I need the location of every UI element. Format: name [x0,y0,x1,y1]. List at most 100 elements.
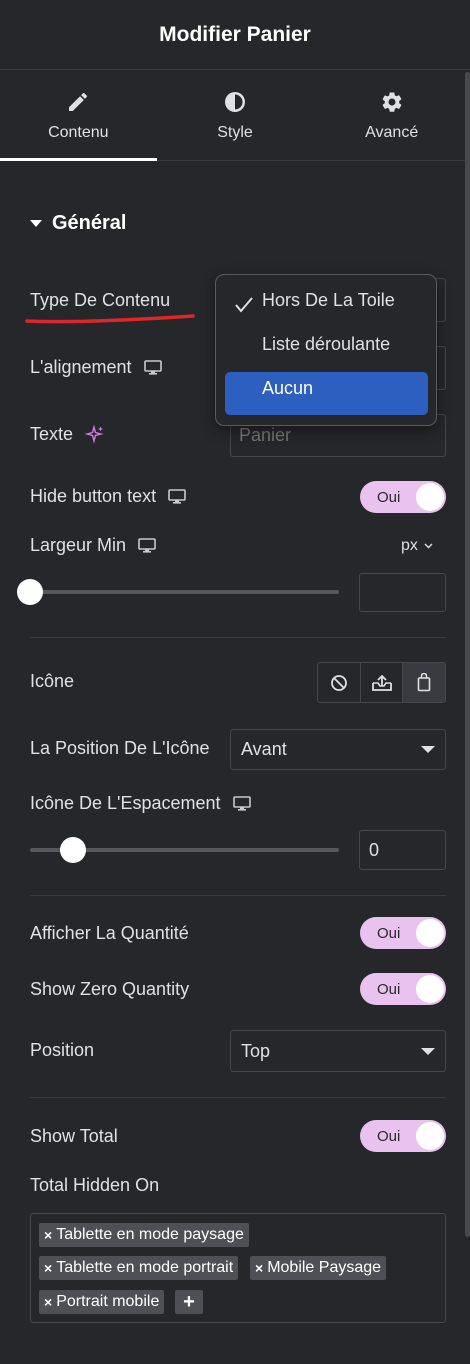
icon-library-button[interactable] [403,663,446,702]
panel-header: Modifier Panier [0,0,470,70]
section-general-title: Général [52,212,127,234]
show-total-label-text: Show Total [30,1126,118,1146]
tab-style-label: Style [217,123,253,141]
alignment-label-text: L'alignement [30,357,132,377]
unit-selector[interactable]: px [401,537,433,555]
alignment-label: L'alignement [30,357,162,378]
tab-avance-label: Avancé [365,123,419,141]
show-total-toggle[interactable]: Oui [360,1120,446,1152]
upload-icon [371,674,392,691]
caret-down-icon [421,746,435,753]
unit-label: px [401,537,418,554]
add-tag-button[interactable]: + [175,1290,203,1314]
pencil-icon [69,92,88,111]
toggle-label: Oui [377,924,401,942]
checkmark-icon [235,297,253,313]
text-label-text: Texte [30,424,74,444]
tag-tablette-portrait: × Tablette en mode portrait [39,1256,239,1280]
show-quantity-label: Afficher La Quantité [30,923,189,944]
icon-label-text: Icône [30,671,75,691]
icon-spacing-label-text: Icône De L'Espacement [30,793,221,813]
panel-title: Modifier Panier [159,22,311,46]
content-type-label: Type De Contenu [30,290,170,311]
min-width-slider-thumb[interactable] [17,579,43,605]
tag-label: Tablette en mode portrait [56,1259,234,1276]
caret-down-icon [30,220,42,227]
section-general-toggle[interactable]: Général [30,212,126,235]
icon-choices [317,662,446,703]
position-label: Position [30,1040,94,1061]
icon-spacing-input[interactable]: 0 [359,830,446,870]
position-select[interactable]: Top [230,1030,446,1072]
tag-portrait-mobile: × Portrait mobile [39,1290,165,1314]
scrollbar[interactable] [465,72,470,1237]
position-label-text: Position [30,1040,95,1060]
tag-label: Mobile Paysage [267,1259,382,1276]
monitor-icon[interactable] [168,488,186,505]
divider [30,637,446,638]
content-type-dropdown: Hors De La Toile Liste déroulante Aucun [215,274,437,426]
chevron-down-icon [424,543,433,549]
total-hidden-on-label-text: Total Hidden On [30,1175,160,1195]
toggle-knob [416,975,444,1003]
monitor-icon[interactable] [232,795,251,812]
icon-label: Icône [30,671,74,692]
icon-position-value: Avant [241,739,287,759]
show-zero-quantity-label-text: Show Zero Quantity [30,979,190,999]
remove-tag-icon[interactable]: × [44,1260,52,1276]
show-total-label: Show Total [30,1126,118,1147]
half-circle-icon [225,91,245,112]
remove-tag-icon[interactable]: × [255,1260,263,1276]
monitor-icon[interactable] [143,359,162,376]
show-quantity-label-text: Afficher La Quantité [30,923,189,943]
dropdown-option-label: Hors De La Toile [262,290,395,310]
ban-icon [330,674,347,691]
show-zero-quantity-toggle[interactable]: Oui [360,973,446,1005]
icon-position-label: La Position De L'Icône [30,738,210,759]
content-type-label-text: Type De Contenu [30,290,171,310]
min-width-slider-track[interactable] [30,590,339,594]
tab-avance[interactable]: Avancé [313,71,470,160]
toggle-knob [416,483,444,511]
toggle-label: Oui [377,1127,401,1145]
min-width-label-text: Largeur Min [30,535,127,555]
monitor-icon[interactable] [138,537,156,554]
total-hidden-on-label: Total Hidden On [30,1175,159,1196]
tag-tablette-paysage: × Tablette en mode paysage [39,1223,249,1247]
toggle-knob [416,919,444,947]
tab-style[interactable]: Style [157,71,314,160]
show-zero-quantity-label: Show Zero Quantity [30,979,189,1000]
red-underline-annotation [25,314,195,324]
icon-position-label-text: La Position De L'Icône [30,738,210,758]
remove-tag-icon[interactable]: × [44,1227,52,1243]
tab-contenu-label: Contenu [48,123,109,141]
toggle-label: Oui [377,488,401,506]
tab-bar: Contenu Style Avancé [0,71,470,161]
ai-sparkle-icon[interactable] [85,424,105,445]
icon-spacing-slider-thumb[interactable] [60,837,86,863]
icon-spacing-value: 0 [369,839,380,860]
tab-contenu[interactable]: Contenu [0,71,157,161]
dropdown-option-aucun[interactable]: Aucun [225,372,428,415]
dropdown-option-hors-de-la-toile[interactable]: Hors De La Toile [216,288,436,318]
tag-label: Portrait mobile [56,1293,160,1310]
shopping-bag-icon [417,673,431,692]
toggle-knob [416,1122,444,1150]
show-quantity-toggle[interactable]: Oui [360,917,446,949]
hide-button-text-label-text: Hide button text [30,486,157,506]
text-label: Texte [30,424,105,445]
plus-icon: + [183,1290,195,1313]
gear-icon [382,91,402,112]
dropdown-option-liste-deroulante[interactable]: Liste déroulante [216,332,436,362]
icon-none-button[interactable] [318,663,361,702]
remove-tag-icon[interactable]: × [44,1294,52,1310]
min-width-input[interactable] [359,573,446,612]
hide-button-text-toggle[interactable]: Oui [360,481,446,513]
divider [30,1097,446,1098]
total-hidden-on-multiselect[interactable]: × Tablette en mode paysage × Tablette en m… [30,1213,446,1323]
icon-position-select[interactable]: Avant [230,729,446,770]
dropdown-option-label: Aucun [262,378,314,398]
icon-upload-button[interactable] [361,663,404,702]
caret-down-icon [421,1047,435,1055]
toggle-label: Oui [377,980,401,998]
